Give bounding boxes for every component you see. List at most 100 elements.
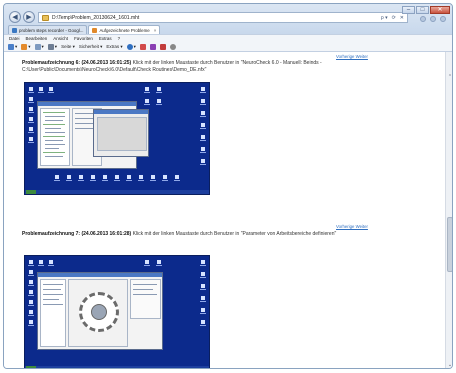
tree-line — [43, 152, 65, 153]
mail-icon — [34, 43, 41, 50]
maximize-button[interactable]: □ — [416, 6, 429, 14]
desktop-icon — [156, 260, 162, 266]
desktop-icon — [200, 135, 206, 141]
dialog-titlebar — [38, 273, 162, 277]
home-icon[interactable] — [420, 16, 426, 22]
home-button[interactable]: ▾ — [8, 43, 17, 50]
desktop-icon — [28, 260, 34, 266]
desktop-icon — [144, 99, 150, 105]
tab-close-icon[interactable]: × — [154, 28, 157, 33]
settings-line — [43, 289, 61, 290]
entry-7-nav-link[interactable]: Vorherige Weiter — [336, 224, 368, 229]
start-button — [26, 366, 36, 368]
dialog-titlebar — [94, 110, 148, 114]
entry-7-screenshot[interactable] — [24, 255, 210, 368]
taskbar — [25, 190, 209, 194]
home-icon — [8, 43, 14, 50]
stop-icon[interactable]: ✕ — [400, 15, 404, 21]
desktop-icon — [200, 123, 206, 129]
desktop-icon — [48, 260, 54, 266]
gear-icon[interactable] — [440, 16, 446, 22]
desktop-icon — [28, 300, 34, 306]
desktop-icon — [200, 296, 206, 302]
taskbar — [25, 366, 209, 368]
security-menu-button[interactable]: Sicherheit ▾ — [79, 44, 103, 50]
back-icon: ◀ — [12, 14, 18, 21]
desktop-icon — [138, 175, 144, 181]
address-url: D:\Temp\Problem_20130624_1601.mht — [52, 14, 140, 21]
tab-google[interactable]: problem steps recorder - Googl... — [8, 25, 88, 34]
minimize-button[interactable]: – — [402, 6, 415, 14]
close-button[interactable]: ✕ — [430, 6, 450, 14]
entry-7-text: Problemaufzeichnung 7: (24.06.2013 16:01… — [22, 231, 430, 238]
search-dropdown-icon[interactable]: ρ ▾ — [381, 15, 388, 21]
desktop-icon — [162, 175, 168, 181]
menu-tools[interactable]: Extras — [99, 36, 112, 41]
menu-view[interactable]: Ansicht — [53, 36, 68, 41]
page-menu-button[interactable]: Seite ▾ — [61, 44, 75, 50]
refresh-icon[interactable]: ⟳ — [392, 15, 396, 21]
scroll-up-icon[interactable]: ⌃ — [447, 74, 452, 80]
favorites-star-icon[interactable] — [430, 16, 436, 22]
research-button[interactable] — [139, 43, 146, 50]
menu-bar: Datei Bearbeiten Ansicht Favoriten Extra… — [4, 34, 452, 42]
tree-pane — [40, 108, 70, 166]
options-pane — [130, 279, 161, 319]
feeds-button[interactable]: ▾ — [21, 43, 31, 50]
address-actions: ρ ▾ ⟳ ✕ — [381, 15, 404, 21]
desktop-icon — [54, 175, 60, 181]
option-line — [133, 284, 157, 285]
window-controls: – □ ✕ — [402, 6, 450, 14]
app-titlebar — [38, 102, 136, 106]
scroll-thumb[interactable] — [447, 217, 452, 272]
onenote-icon — [149, 43, 156, 50]
feeds-icon — [21, 43, 28, 50]
menu-help[interactable]: ? — [118, 36, 121, 41]
settings-line — [43, 299, 59, 300]
desktop-icon — [78, 175, 84, 181]
desktop-icon — [174, 175, 180, 181]
menu-edit[interactable]: Bearbeiten — [26, 36, 48, 41]
desktop-icon — [28, 280, 34, 286]
desktop-icon — [144, 87, 150, 93]
tool-icon — [159, 43, 166, 50]
desktop-icon — [150, 175, 156, 181]
mail-button[interactable]: ▾ — [34, 43, 44, 50]
image-view-pane — [68, 279, 128, 347]
settings-button[interactable] — [169, 43, 176, 50]
tools-menu-button[interactable]: Extras ▾ — [106, 44, 122, 50]
help-button[interactable]: ▾ — [126, 43, 136, 50]
tab-strip: problem steps recorder - Googl... Aufgez… — [8, 25, 161, 34]
desktop-icon — [38, 260, 44, 266]
desktop-icon — [28, 270, 34, 276]
folder-icon — [42, 14, 49, 21]
settings-pane — [40, 279, 66, 347]
help-icon — [126, 43, 133, 50]
option-line — [133, 289, 153, 290]
list-line — [75, 128, 93, 129]
entry-6-nav-link[interactable]: Vorherige Weiter — [336, 54, 368, 59]
print-button[interactable]: ▾ — [47, 43, 57, 50]
desktop-icon — [200, 272, 206, 278]
entry-7-description: Klick mit der linken Maustaste durch Ben… — [131, 231, 337, 237]
entry-6-screenshot[interactable] — [24, 82, 210, 195]
address-bar[interactable]: D:\Temp\Problem_20130624_1601.mht ρ ▾ ⟳ … — [38, 12, 408, 23]
desktop-icon — [200, 111, 206, 117]
desktop-icon — [200, 284, 206, 290]
forward-button[interactable]: ▶ — [23, 11, 35, 23]
tab-recorded-problems[interactable]: Aufgezeichnete Probleme × — [88, 25, 161, 34]
entry-6-text: Problemaufzeichnung 6: (24.06.2013 16:01… — [22, 60, 430, 74]
gear-hub — [91, 304, 107, 320]
scroll-down-icon[interactable]: ⌄ — [447, 362, 452, 368]
tree-line — [43, 136, 65, 137]
vertical-scrollbar[interactable]: ⌃ ⌄ — [445, 52, 452, 368]
menu-favorites[interactable]: Favoriten — [74, 36, 93, 41]
settings-icon — [169, 43, 176, 50]
settings-line — [43, 304, 63, 305]
desktop-icon — [28, 310, 34, 316]
tool-button[interactable] — [159, 43, 166, 50]
onenote-button[interactable] — [149, 43, 156, 50]
browser-window: ◀ ▶ D:\Temp\Problem_20130624_1601.mht ρ … — [3, 3, 453, 369]
back-button[interactable]: ◀ — [9, 11, 21, 23]
menu-file[interactable]: Datei — [9, 36, 20, 41]
